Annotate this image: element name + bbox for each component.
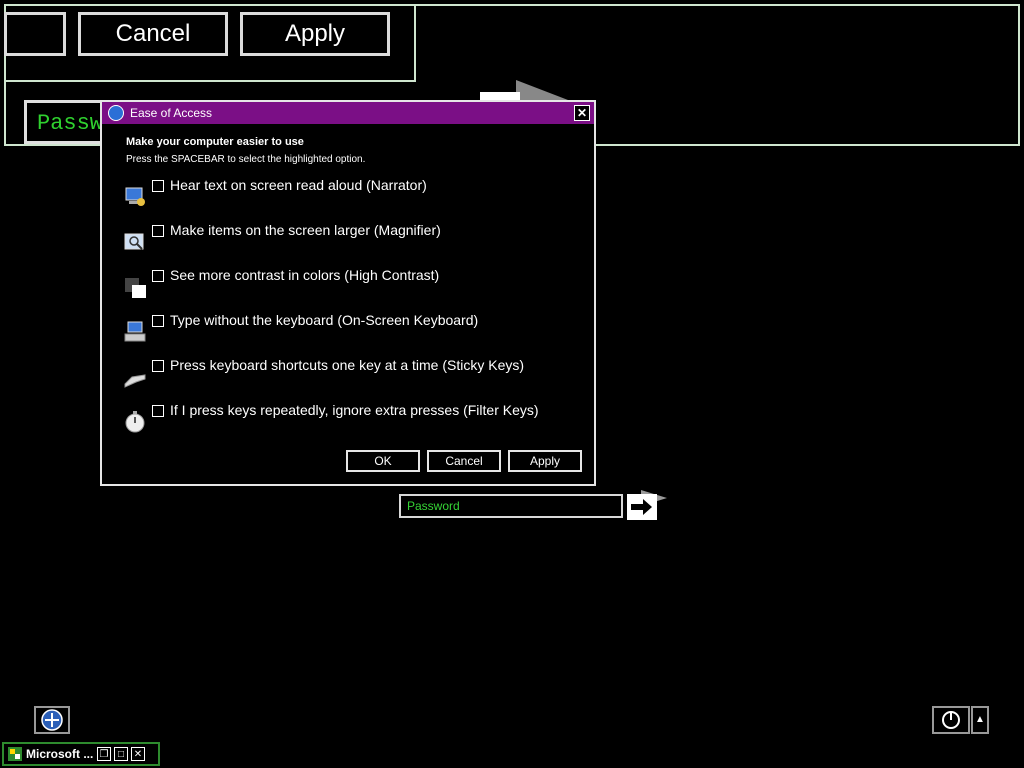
option-on-screen-keyboard[interactable]: Type without the keyboard (On-Screen Key… xyxy=(124,312,584,345)
dialog-heading: Make your computer easier to use xyxy=(126,136,304,148)
narrator-checkbox[interactable] xyxy=(152,180,164,192)
ease-of-access-icon xyxy=(108,105,124,121)
password-input[interactable]: Password xyxy=(399,494,623,518)
shut-down-button[interactable] xyxy=(932,706,970,734)
restore-button[interactable]: ❐ xyxy=(97,747,111,761)
apply-button[interactable]: Apply xyxy=(508,450,582,472)
filter-keys-icon xyxy=(125,411,145,433)
sticky-keys-icon xyxy=(124,374,146,388)
option-label: See more contrast in colors (High Contra… xyxy=(170,267,440,283)
close-window-button[interactable]: ✕ xyxy=(131,747,145,761)
on-screen-keyboard-checkbox[interactable] xyxy=(152,315,164,327)
option-label: Type without the keyboard (On-Screen Key… xyxy=(170,312,479,328)
chevron-up-icon: ▲ xyxy=(975,714,985,725)
dialog-title: Ease of Access xyxy=(130,106,213,120)
submit-arrow-button[interactable] xyxy=(627,488,667,522)
close-icon: ✕ xyxy=(576,106,588,120)
close-icon: ✕ xyxy=(133,749,143,760)
background-ok-button[interactable] xyxy=(4,12,66,56)
ease-of-access-icon xyxy=(41,709,63,731)
close-button[interactable]: ✕ xyxy=(574,105,590,121)
dialog-subheading: Press the SPACEBAR to select the highlig… xyxy=(126,154,366,165)
option-high-contrast[interactable]: See more contrast in colors (High Contra… xyxy=(124,267,584,300)
maximize-button[interactable]: □ xyxy=(114,747,128,761)
option-magnifier[interactable]: Make items on the screen larger (Magnifi… xyxy=(124,222,584,255)
option-label: Hear text on screen read aloud (Narrator… xyxy=(170,177,427,193)
taskbar-label: Microsoft ... xyxy=(26,747,94,761)
sticky-keys-checkbox[interactable] xyxy=(152,360,164,372)
taskbar-window-button[interactable]: Microsoft ... ❐ □ ✕ xyxy=(2,742,160,766)
option-label: If I press keys repeatedly, ignore extra… xyxy=(170,402,539,418)
cancel-button[interactable]: Cancel xyxy=(427,450,501,472)
option-sticky-keys[interactable]: Press keyboard shortcuts one key at a ti… xyxy=(124,357,584,390)
application-icon xyxy=(8,747,22,761)
power-icon xyxy=(942,711,960,729)
narrator-icon xyxy=(125,187,145,206)
filter-keys-checkbox[interactable] xyxy=(152,405,164,417)
option-label: Press keyboard shortcuts one key at a ti… xyxy=(170,357,525,373)
option-filter-keys[interactable]: If I press keys repeatedly, ignore extra… xyxy=(124,402,584,435)
dialog-titlebar[interactable]: Ease of Access ✕ xyxy=(102,102,594,124)
ok-button[interactable]: OK xyxy=(346,450,420,472)
background-apply-button[interactable]: Apply xyxy=(240,12,390,56)
high-contrast-checkbox[interactable] xyxy=(152,270,164,282)
background-password-field[interactable]: Passw xyxy=(24,100,106,144)
magnifier-icon xyxy=(124,233,144,250)
on-screen-keyboard-icon xyxy=(124,321,146,342)
ease-of-access-button[interactable] xyxy=(34,706,70,734)
restore-icon: ❐ xyxy=(99,749,109,760)
shut-down-options-button[interactable]: ▲ xyxy=(971,706,989,734)
background-go-arrow-icon xyxy=(480,80,568,102)
high-contrast-icon xyxy=(125,278,146,298)
maximize-icon: □ xyxy=(117,749,125,760)
ease-of-access-dialog: Ease of Access ✕ Make your computer easi… xyxy=(100,100,596,486)
option-label: Make items on the screen larger (Magnifi… xyxy=(170,222,441,238)
magnifier-checkbox[interactable] xyxy=(152,225,164,237)
background-cancel-button[interactable]: Cancel xyxy=(78,12,228,56)
option-narrator[interactable]: Hear text on screen read aloud (Narrator… xyxy=(124,177,584,210)
